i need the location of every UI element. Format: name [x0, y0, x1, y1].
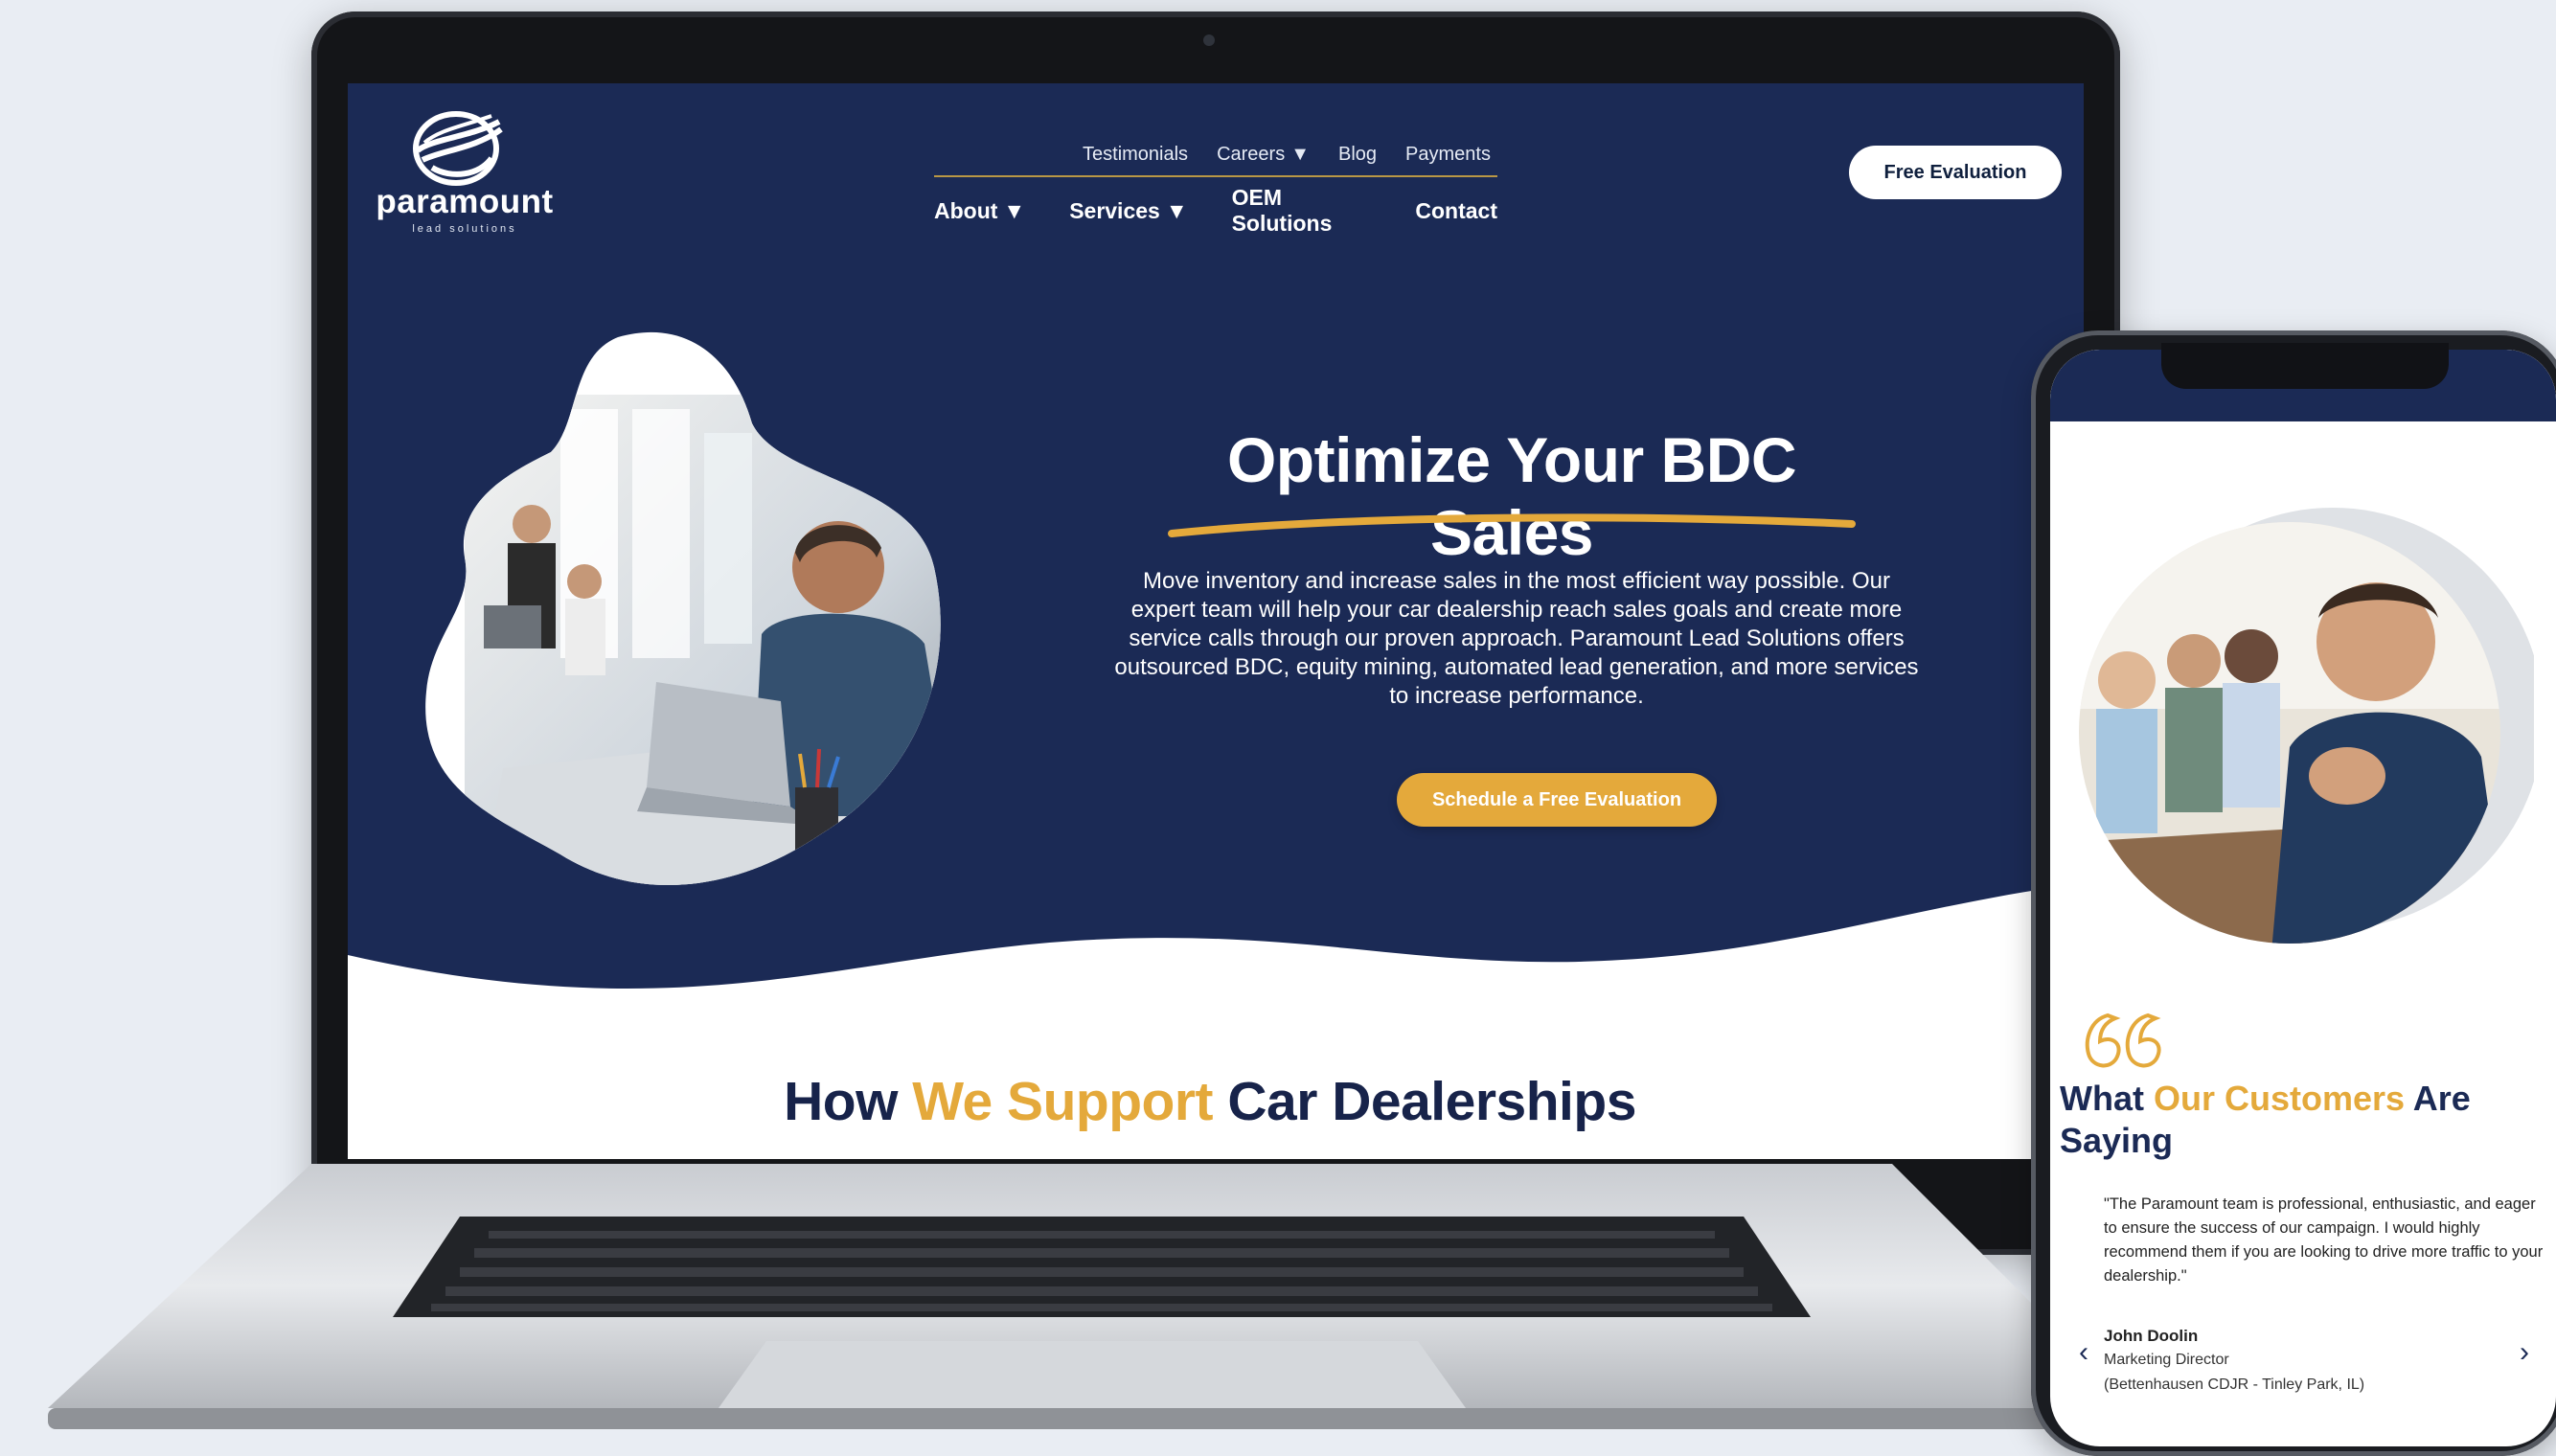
- nav-about[interactable]: About ▼: [934, 198, 1025, 224]
- free-evaluation-button[interactable]: Free Evaluation: [1849, 146, 2062, 199]
- chevron-down-icon: ▼: [1290, 143, 1310, 165]
- nav-careers-label: Careers: [1217, 143, 1286, 165]
- title-underline: [1168, 513, 1856, 537]
- nav-testimonials[interactable]: Testimonials: [1083, 144, 1188, 166]
- camera-icon: [1203, 34, 1215, 46]
- testimonial-quote: "The Paramount team is professional, ent…: [2104, 1195, 2544, 1285]
- brand-tagline: lead solutions: [412, 223, 517, 235]
- nav-blog[interactable]: Blog: [1338, 144, 1377, 166]
- testimonials-heading: What Our Customers Are Saying: [2060, 1078, 2520, 1162]
- nav-about-label: About: [934, 197, 998, 223]
- support-heading-part1: How: [784, 1071, 913, 1132]
- phone-screen: What Our Customers Are Saying "The Param…: [2050, 350, 2556, 1446]
- laptop-screen: paramount lead solutions Testimonials Ca…: [348, 83, 2084, 1159]
- testimonials-heading-part1: What: [2060, 1079, 2154, 1118]
- phone-notch: [2161, 343, 2449, 389]
- chevron-right-icon[interactable]: ›: [2520, 1336, 2529, 1369]
- chevron-down-icon: ▼: [1003, 197, 1026, 223]
- hero-office-image: [425, 331, 941, 886]
- testimonials-heading-accent: Our Customers: [2153, 1079, 2406, 1118]
- support-heading-part2: Car Dealerships: [1213, 1071, 1636, 1132]
- quote-icon: [2085, 1012, 2161, 1068]
- testimonial-team-image: [2079, 508, 2534, 944]
- support-heading: How We Support Car Dealerships: [444, 1070, 1976, 1133]
- nav-payments[interactable]: Payments: [1405, 144, 1491, 166]
- testimonial-author-company: (Bettenhausen CDJR - Tinley Park, IL): [2104, 1376, 2365, 1393]
- chevron-down-icon: ▼: [1165, 197, 1188, 223]
- nav-careers[interactable]: Careers ▼: [1217, 144, 1310, 166]
- main-nav: About ▼ Services ▼ OEM Solutions Contact: [934, 185, 1497, 237]
- nav-services-label: Services: [1069, 197, 1160, 223]
- testimonial-author-role: Marketing Director: [2104, 1352, 2229, 1368]
- testimonial-author-name: John Doolin: [2104, 1327, 2199, 1345]
- nav-oem-solutions[interactable]: OEM Solutions: [1232, 185, 1372, 237]
- hero-description: Move inventory and increase sales in the…: [1114, 568, 1919, 709]
- top-nav: Testimonials Careers ▼ Blog Payments: [1009, 133, 1564, 175]
- chevron-left-icon[interactable]: ‹: [2079, 1336, 2088, 1369]
- schedule-evaluation-button[interactable]: Schedule a Free Evaluation: [1397, 773, 1717, 827]
- nav-contact[interactable]: Contact: [1415, 198, 1497, 224]
- nav-divider: [934, 175, 1497, 177]
- brand-name: paramount: [376, 183, 554, 220]
- hero-title: Optimize Your BDC Sales: [1226, 424, 1797, 568]
- support-heading-accent: We Support: [912, 1071, 1214, 1132]
- nav-services[interactable]: Services ▼: [1069, 198, 1187, 224]
- laptop-base: [48, 1164, 2136, 1429]
